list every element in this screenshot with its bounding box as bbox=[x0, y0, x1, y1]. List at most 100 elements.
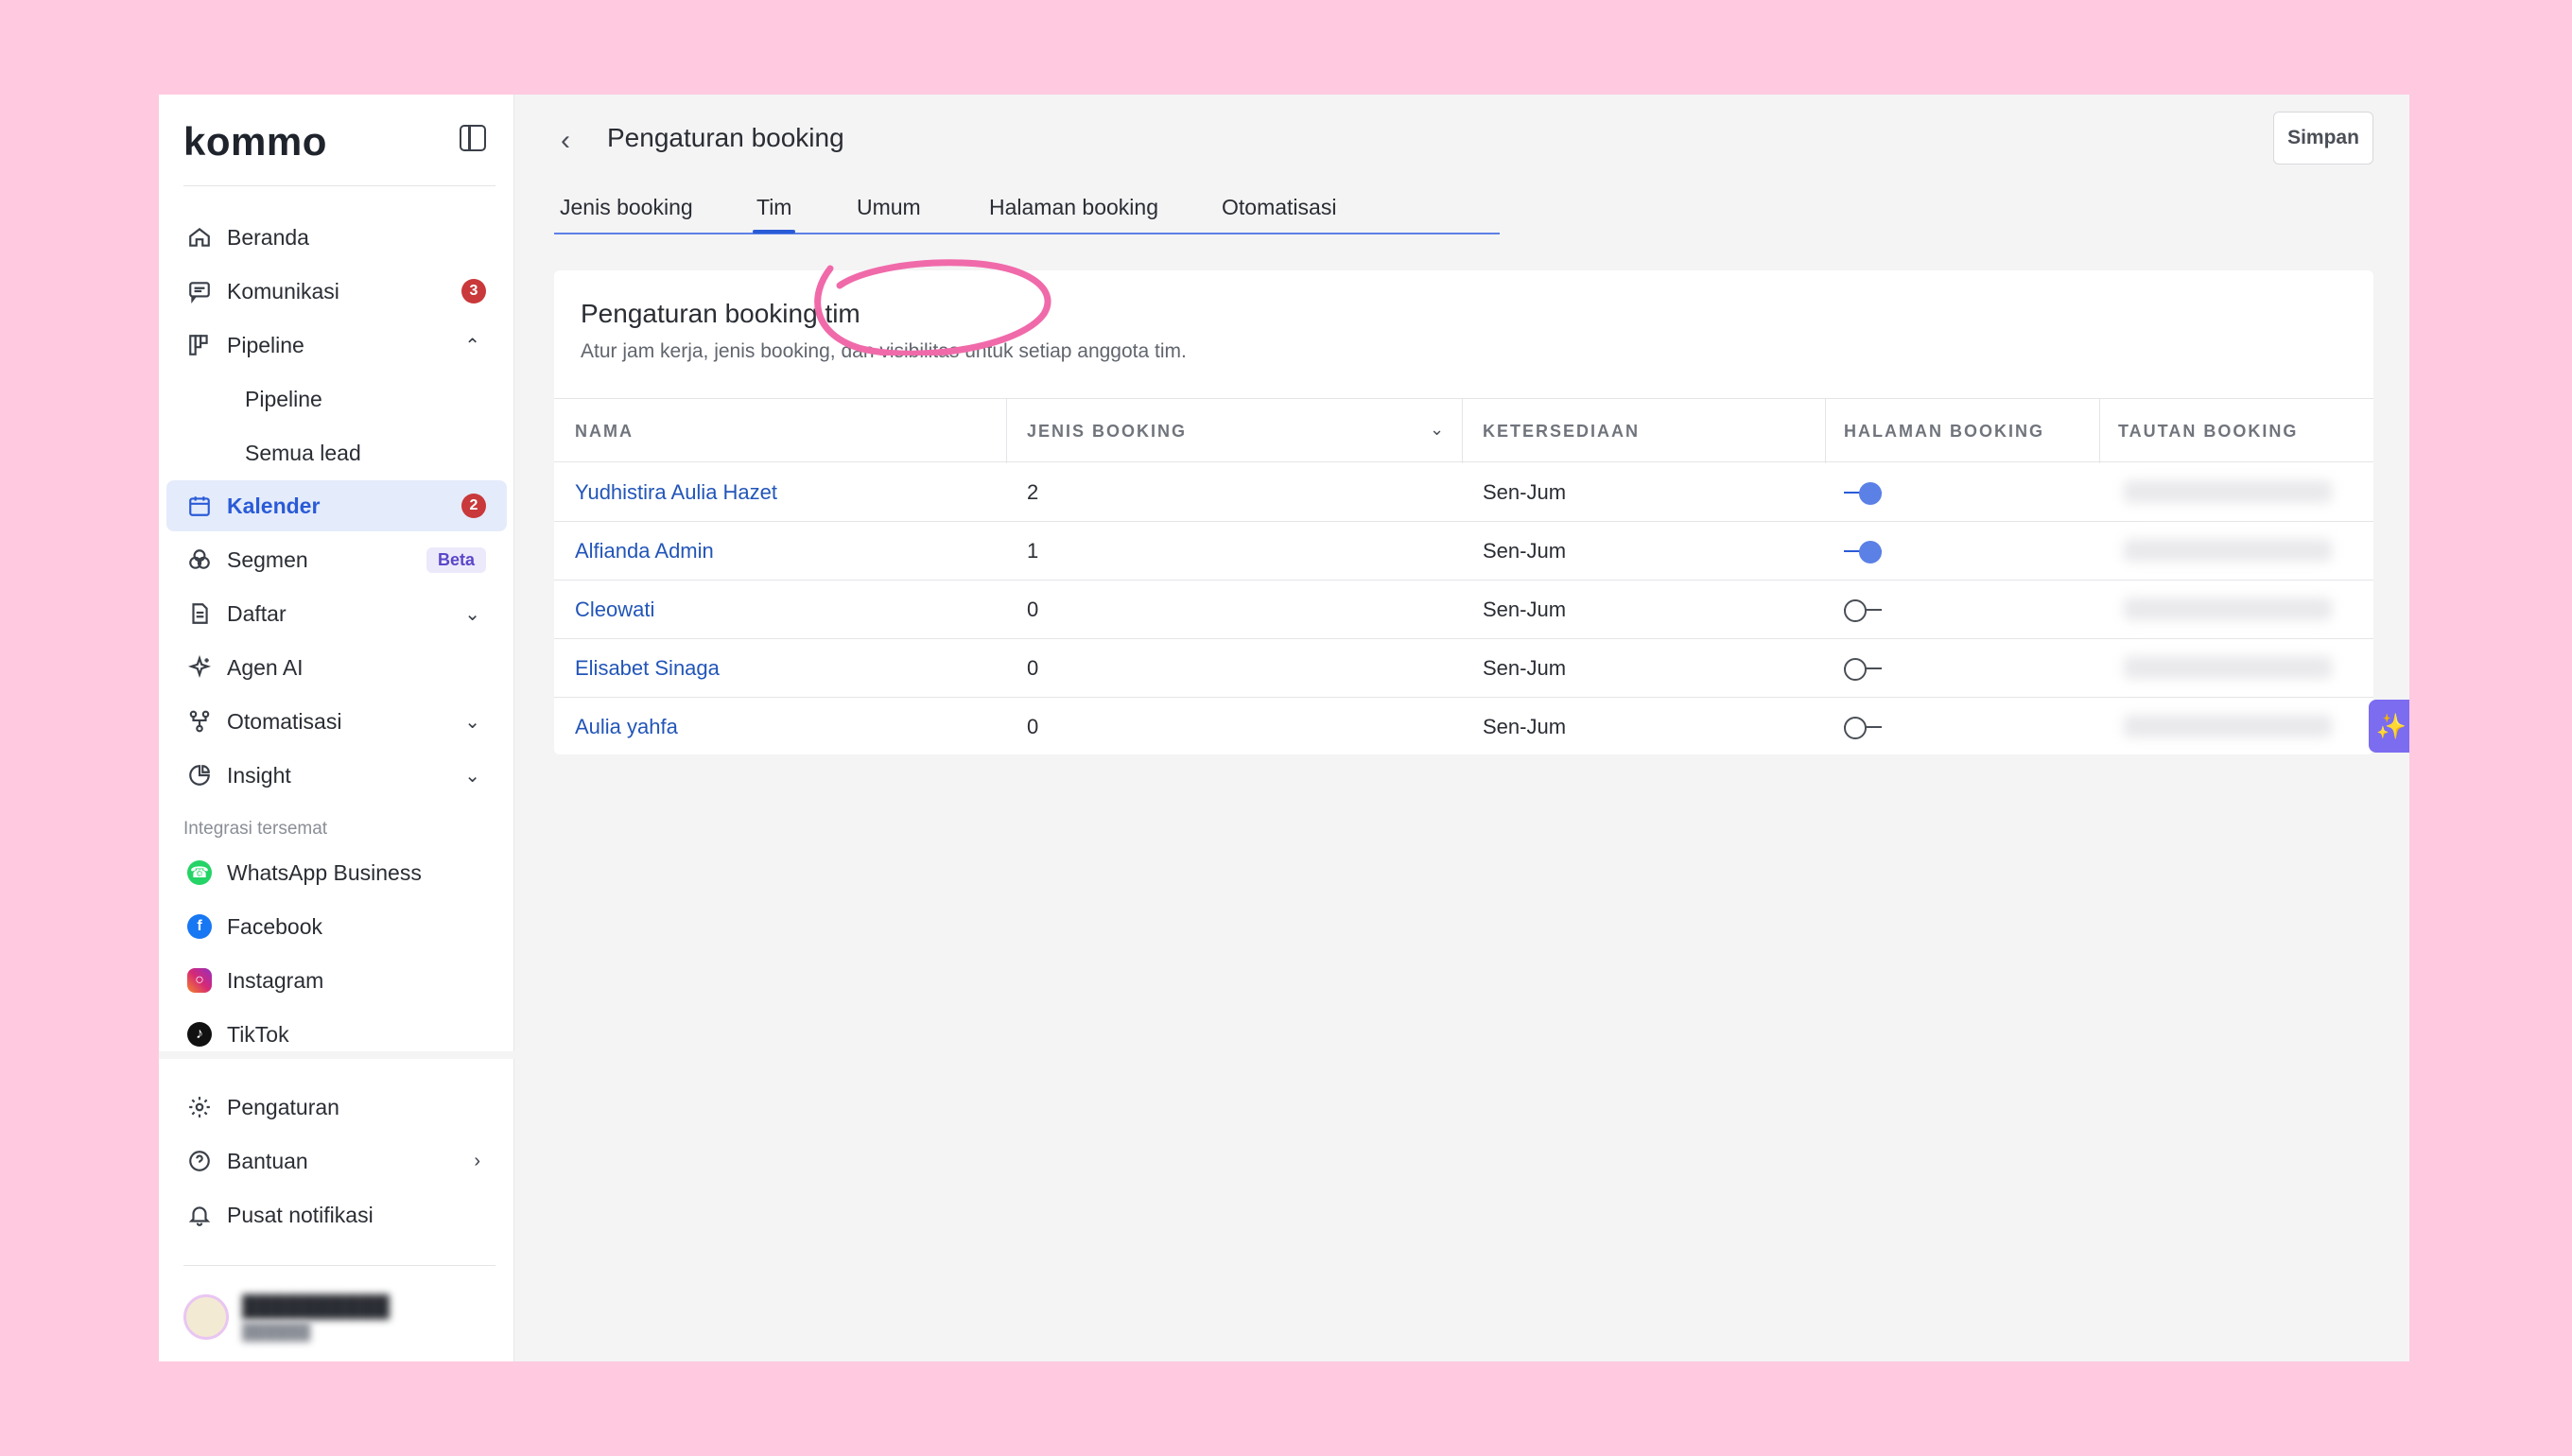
document-icon bbox=[185, 599, 214, 628]
booking-link-blurred[interactable] bbox=[2124, 598, 2332, 620]
sidebar-item-label: Daftar bbox=[227, 600, 287, 626]
sidebar-item-kalender[interactable]: Kalender 2 bbox=[166, 480, 507, 531]
divider bbox=[159, 1051, 514, 1059]
sidebar-item-whatsapp[interactable]: ☎ WhatsApp Business bbox=[166, 847, 507, 898]
divider bbox=[183, 185, 495, 186]
sidebar-item-otomatisasi[interactable]: Otomatisasi ⌄ bbox=[166, 696, 507, 747]
facebook-icon: f bbox=[185, 912, 214, 941]
availability[interactable]: Sen-Jum bbox=[1483, 656, 1566, 681]
booking-link-blurred[interactable] bbox=[2124, 480, 2332, 503]
booking-link-blurred[interactable] bbox=[2124, 715, 2332, 737]
tab-otomatisasi[interactable]: Otomatisasi bbox=[1222, 195, 1336, 220]
booking-page-toggle[interactable] bbox=[1844, 539, 1886, 563]
sidebar-item-agen-ai[interactable]: Agen AI bbox=[166, 642, 507, 693]
booking-page-toggle[interactable] bbox=[1844, 656, 1886, 681]
column-divider bbox=[1825, 399, 1826, 463]
divider bbox=[183, 1265, 495, 1266]
booking-link-blurred[interactable] bbox=[2124, 656, 2332, 679]
sidebar-item-komunikasi[interactable]: Komunikasi 3 bbox=[166, 266, 507, 317]
sidebar-item-pengaturan[interactable]: Pengaturan bbox=[166, 1082, 507, 1133]
availability[interactable]: Sen-Jum bbox=[1483, 539, 1566, 563]
sidebar-item-label: Pengaturan bbox=[227, 1094, 339, 1119]
availability[interactable]: Sen-Jum bbox=[1483, 715, 1566, 739]
column-divider bbox=[1006, 399, 1007, 463]
back-arrow-icon[interactable]: ‹ bbox=[561, 125, 570, 157]
help-icon bbox=[185, 1147, 214, 1175]
table-row: Yudhistira Aulia Hazet 2 Sen-Jum bbox=[554, 463, 2373, 522]
sidebar-item-label: Pusat notifikasi bbox=[227, 1202, 374, 1227]
booking-type-count: 2 bbox=[1027, 480, 1039, 504]
sidebar-item-pipeline[interactable]: Pipeline ⌃ bbox=[166, 320, 507, 371]
sidebar-subitem-semua-lead[interactable]: Semua lead bbox=[166, 427, 507, 478]
pipeline-icon bbox=[185, 331, 214, 359]
table-row: Elisabet Sinaga 0 Sen-Jum bbox=[554, 639, 2373, 698]
booking-type-count: 1 bbox=[1027, 539, 1039, 563]
column-header-nama[interactable]: NAMA bbox=[575, 399, 634, 463]
user-profile[interactable]: ██████████ ██████ bbox=[183, 1291, 495, 1347]
sidebar-item-label: Pipeline bbox=[227, 332, 304, 357]
sparkle-icon bbox=[185, 653, 214, 682]
sidebar-item-bantuan[interactable]: Bantuan › bbox=[166, 1135, 507, 1187]
member-name-link[interactable]: Yudhistira Aulia Hazet bbox=[575, 480, 777, 505]
chat-icon bbox=[185, 277, 214, 305]
tab-tim[interactable]: Tim bbox=[752, 195, 796, 234]
sidebar-item-insight[interactable]: Insight ⌄ bbox=[166, 750, 507, 801]
tab-jenis-booking[interactable]: Jenis booking bbox=[560, 195, 693, 220]
sidebar-item-label: Instagram bbox=[227, 967, 324, 993]
chevron-down-icon[interactable]: ⌄ bbox=[1430, 420, 1444, 440]
booking-page-toggle[interactable] bbox=[1844, 480, 1886, 505]
ai-assistant-sparkle-icon[interactable]: ✨ bbox=[2369, 700, 2409, 753]
event-badge: 2 bbox=[461, 494, 486, 518]
chevron-right-icon: › bbox=[474, 1150, 480, 1171]
sidebar-item-beranda[interactable]: Beranda bbox=[166, 212, 507, 263]
sidebar-item-label: Otomatisasi bbox=[227, 708, 342, 734]
sidebar-item-label: Kalender bbox=[227, 493, 321, 518]
save-button[interactable]: Simpan bbox=[2273, 112, 2373, 165]
availability[interactable]: Sen-Jum bbox=[1483, 480, 1566, 505]
sidebar-item-label: Beranda bbox=[227, 224, 309, 250]
sidebar-subitem-pipeline[interactable]: Pipeline bbox=[166, 373, 507, 425]
tab-halaman-booking[interactable]: Halaman booking bbox=[989, 195, 1158, 220]
sidebar-item-notifikasi[interactable]: Pusat notifikasi bbox=[166, 1189, 507, 1240]
availability[interactable]: Sen-Jum bbox=[1483, 598, 1566, 622]
table-row: Cleowati 0 Sen-Jum bbox=[554, 581, 2373, 639]
member-name-link[interactable]: Cleowati bbox=[575, 598, 654, 622]
member-name-link[interactable]: Elisabet Sinaga bbox=[575, 656, 720, 681]
calendar-icon bbox=[185, 492, 214, 520]
sidebar-item-facebook[interactable]: f Facebook bbox=[166, 901, 507, 952]
booking-type-count: 0 bbox=[1027, 598, 1039, 621]
member-name-link[interactable]: Alfianda Admin bbox=[575, 539, 714, 563]
table-row: Alfianda Admin 1 Sen-Jum bbox=[554, 522, 2373, 581]
sidebar-collapse-icon[interactable] bbox=[460, 125, 486, 151]
sidebar-item-label: Semua lead bbox=[245, 440, 361, 465]
avatar bbox=[183, 1294, 229, 1340]
app-window: kommo Beranda Komunikasi 3 Pipeline ⌃ Pi… bbox=[159, 95, 2409, 1361]
sidebar-item-instagram[interactable]: ○ Instagram bbox=[166, 955, 507, 1006]
column-header-halaman-booking[interactable]: HALAMAN BOOKING bbox=[1844, 399, 2044, 463]
user-name-blurred: ██████████ bbox=[242, 1294, 390, 1318]
chevron-up-icon: ⌃ bbox=[464, 335, 480, 356]
home-icon bbox=[185, 223, 214, 251]
booking-type-count: 0 bbox=[1027, 715, 1039, 738]
booking-page-toggle[interactable] bbox=[1844, 715, 1886, 739]
booking-page-toggle[interactable] bbox=[1844, 598, 1886, 622]
sidebar: kommo Beranda Komunikasi 3 Pipeline ⌃ Pi… bbox=[159, 95, 514, 1361]
column-header-ketersediaan[interactable]: KETERSEDIAAN bbox=[1483, 399, 1640, 463]
user-role-blurred: ██████ bbox=[242, 1323, 311, 1341]
tab-umum[interactable]: Umum bbox=[857, 195, 921, 220]
page-title: Pengaturan booking bbox=[607, 123, 844, 152]
column-header-jenis-booking[interactable]: JENIS BOOKING bbox=[1027, 399, 1187, 463]
whatsapp-icon: ☎ bbox=[185, 858, 214, 887]
sidebar-item-label: Insight bbox=[227, 762, 291, 788]
sidebar-item-label: Bantuan bbox=[227, 1148, 308, 1173]
annotation-circle bbox=[814, 259, 1051, 355]
column-header-tautan-booking[interactable]: TAUTAN BOOKING bbox=[2118, 399, 2298, 463]
member-name-link[interactable]: Aulia yahfa bbox=[575, 715, 678, 739]
table-row: Aulia yahfa 0 Sen-Jum bbox=[554, 698, 2373, 754]
sidebar-item-segmen[interactable]: Segmen Beta bbox=[166, 534, 507, 585]
sidebar-item-daftar[interactable]: Daftar ⌄ bbox=[166, 588, 507, 639]
kommo-logo[interactable]: kommo bbox=[183, 119, 327, 165]
column-divider bbox=[2099, 399, 2100, 463]
sidebar-item-label: Pipeline bbox=[245, 386, 322, 411]
booking-link-blurred[interactable] bbox=[2124, 539, 2332, 562]
